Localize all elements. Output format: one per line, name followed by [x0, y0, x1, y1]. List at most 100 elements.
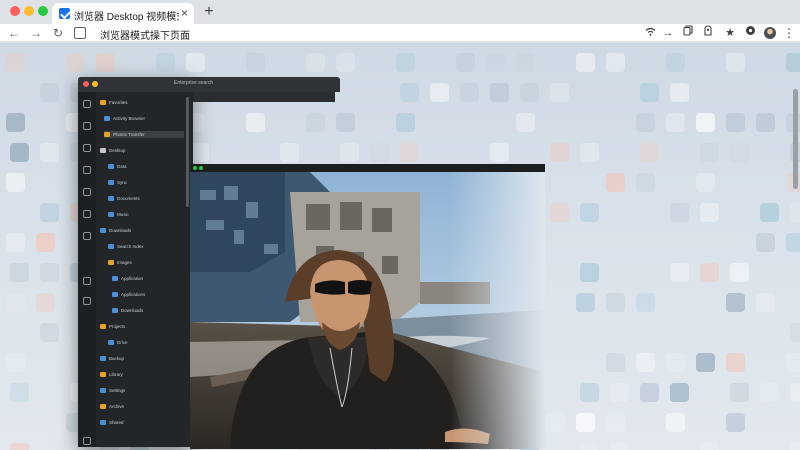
tree-item: Projects — [100, 323, 184, 330]
mock-titlebar: Enterprise search — [78, 77, 340, 92]
app-tile — [700, 203, 719, 222]
new-tab-button[interactable]: + — [200, 3, 218, 21]
photo-window-bar — [190, 164, 545, 172]
forward-button[interactable]: → — [28, 25, 44, 41]
wifi-icon[interactable] — [642, 25, 658, 41]
app-tile — [760, 383, 779, 402]
app-tile — [636, 353, 655, 372]
forward-icon[interactable]: → — [660, 25, 676, 41]
app-tile — [700, 443, 719, 450]
tree-item-label: Application — [121, 276, 144, 281]
tree-item: Favorites — [100, 99, 184, 106]
app-tile — [40, 323, 59, 342]
app-tile — [456, 53, 475, 72]
tree-item: Documents — [108, 195, 184, 202]
app-tile — [726, 413, 745, 432]
folder-icon — [100, 148, 106, 153]
folder-icon — [100, 420, 106, 425]
tree-item: Settings — [100, 387, 184, 394]
app-tile — [606, 293, 625, 312]
app-tile — [636, 113, 655, 132]
app-tile — [6, 113, 25, 132]
app-tile — [96, 53, 115, 72]
app-tile — [790, 323, 800, 342]
mock-window-title: Enterprise search — [174, 80, 214, 86]
profile-avatar[interactable] — [764, 27, 776, 39]
app-tile — [6, 233, 25, 252]
rail-share-icon — [83, 210, 91, 218]
mock-icon-rail — [78, 92, 96, 447]
app-tile — [486, 53, 505, 72]
rail-settings-icon — [83, 437, 91, 445]
mock-close-dot — [83, 81, 89, 87]
app-tile — [36, 293, 55, 312]
folder-icon — [112, 292, 118, 297]
tree-item: Images — [108, 259, 184, 266]
page-scrollbar[interactable] — [793, 89, 798, 189]
app-tile — [10, 443, 29, 450]
app-tile — [576, 293, 595, 312]
back-button[interactable]: ← — [6, 25, 22, 41]
mock-min-dot — [92, 81, 98, 87]
tree-item-label: Music — [117, 212, 129, 217]
app-tile — [730, 263, 749, 282]
tree-item: Sync — [108, 179, 184, 186]
address-bar[interactable]: 浏览器模式操下页面 — [100, 27, 190, 42]
mock-photo-window — [190, 164, 545, 449]
copy-icon[interactable] — [680, 25, 696, 41]
app-tile — [610, 443, 629, 450]
tree-item-label: Search Index — [117, 244, 144, 249]
mock-main-header — [193, 92, 335, 102]
photo-dot-green — [193, 166, 197, 170]
app-tile — [666, 353, 685, 372]
site-info-icon[interactable] — [74, 27, 86, 39]
app-tile — [576, 53, 595, 72]
window-minimize-button[interactable] — [24, 6, 34, 16]
page-viewport: Favorites Activity Browser Photos Transfer… — [0, 43, 800, 450]
tree-item: Desktop — [100, 147, 184, 154]
menu-kebab-icon[interactable]: ⋮ — [783, 25, 795, 41]
app-tile — [36, 233, 55, 252]
tree-item-label: Favorites — [109, 100, 128, 105]
browser-tab[interactable]: 浏览器 Desktop 视频模式 × — [52, 3, 194, 24]
tree-item-label: Settings — [109, 388, 126, 393]
extensions-icon[interactable] — [700, 25, 716, 41]
app-tile — [670, 83, 689, 102]
tree-item-label: Applications — [121, 292, 146, 297]
bookmark-star-icon[interactable]: ★ — [722, 25, 738, 41]
app-tile — [606, 353, 625, 372]
app-tile — [396, 53, 415, 72]
app-tile — [606, 413, 625, 432]
tree-item-label: Shared — [109, 420, 124, 425]
app-tile — [580, 383, 599, 402]
mock-scrollbar — [186, 97, 189, 207]
app-tile — [786, 53, 800, 72]
window-close-button[interactable] — [10, 6, 20, 16]
app-tile — [66, 53, 85, 72]
app-mockup-image: Favorites Activity Browser Photos Transfer… — [78, 77, 548, 449]
folder-icon — [100, 356, 106, 361]
folder-icon — [104, 116, 110, 121]
reload-button[interactable]: ↻ — [50, 25, 66, 41]
folder-icon — [108, 260, 114, 265]
app-tile — [606, 53, 625, 72]
tree-item: Photos Transfer — [104, 131, 184, 138]
tree-item: Downloads — [112, 307, 184, 314]
media-icon[interactable] — [742, 25, 758, 41]
tree-item: Drive — [108, 339, 184, 346]
folder-icon — [100, 100, 106, 105]
mock-file-browser: Favorites Activity Browser Photos Transfer… — [78, 77, 193, 447]
rail-home-icon — [83, 100, 91, 108]
app-tile — [700, 143, 719, 162]
tree-item: Search Index — [108, 243, 184, 250]
tab-close-icon[interactable]: × — [181, 6, 188, 20]
window-maximize-button[interactable] — [38, 6, 48, 16]
tree-item-label: Documents — [117, 196, 140, 201]
app-tile — [10, 143, 29, 162]
tree-item-label: Drive — [117, 340, 128, 345]
app-tile — [756, 233, 775, 252]
app-tile — [640, 83, 659, 102]
app-tile — [580, 203, 599, 222]
tree-item-label: Sync — [117, 180, 128, 185]
app-tile — [546, 413, 565, 432]
